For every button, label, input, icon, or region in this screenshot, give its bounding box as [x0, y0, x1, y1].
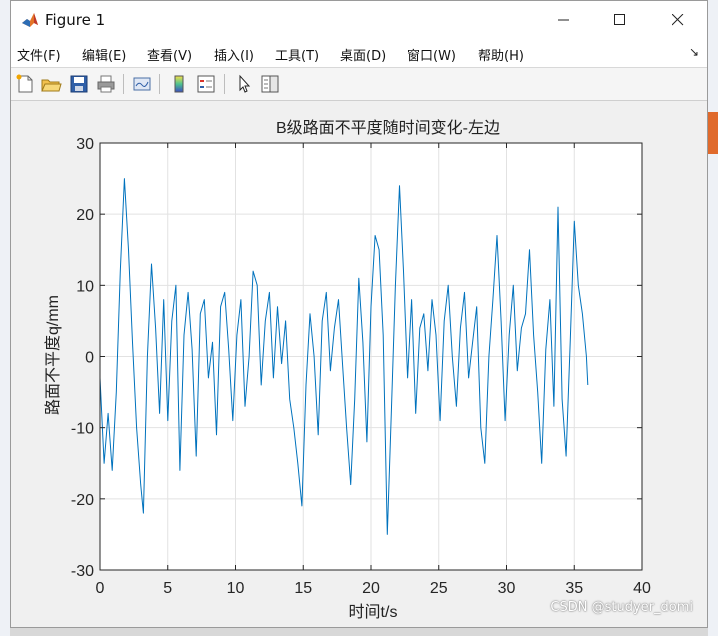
background-window-edge-right [708, 0, 718, 636]
minimize-icon [558, 19, 569, 21]
dock-figure-icon[interactable]: ↘ [689, 45, 699, 59]
menu-tools[interactable]: 工具(T) [275, 45, 319, 64]
x-tick-label: 15 [294, 580, 312, 597]
link-plot-icon[interactable] [131, 73, 153, 95]
maximize-button[interactable] [597, 1, 643, 39]
property-inspector-icon[interactable] [259, 73, 281, 95]
x-tick-label: 20 [362, 580, 380, 597]
insert-colorbar-icon[interactable] [168, 73, 190, 95]
save-icon[interactable] [68, 73, 90, 95]
print-icon[interactable] [95, 73, 117, 95]
y-tick-label: -20 [71, 492, 94, 509]
close-button[interactable] [655, 1, 701, 39]
background-window-edge-left [0, 0, 10, 636]
open-file-icon[interactable] [40, 73, 62, 95]
title-bar[interactable]: Figure 1 [11, 1, 707, 39]
figure-window: Figure 1 文件(F) 编辑(E) 查看(V) 插入(I) 工具(T) 桌… [10, 0, 708, 628]
x-axis-label: 时间t/s [349, 603, 398, 621]
plot-area[interactable]: 0 5 10 15 20 25 30 35 40 -30 -20 -10 0 10 20 30 B级路面不平度… [11, 101, 707, 627]
chart-title: B级路面不平度随时间变化-左边 [276, 119, 500, 137]
x-tick-label: 40 [633, 580, 651, 597]
y-tick-label: 10 [76, 278, 94, 295]
menu-window[interactable]: 窗口(W) [407, 45, 456, 64]
figure-toolbar [11, 68, 707, 101]
window-title: Figure 1 [45, 11, 106, 29]
toolbar-separator [224, 74, 225, 94]
toolbar-separator [159, 74, 160, 94]
x-tick-label: 30 [498, 580, 516, 597]
menu-edit[interactable]: 编辑(E) [82, 45, 126, 64]
watermark: CSDN @studyer_domi [550, 600, 693, 615]
x-tick-label: 10 [227, 580, 245, 597]
menu-bar: 文件(F) 编辑(E) 查看(V) 插入(I) 工具(T) 桌面(D) 窗口(W… [11, 39, 707, 68]
y-axis-label: 路面不平度q/mm [44, 295, 62, 415]
figure-canvas: 0 5 10 15 20 25 30 35 40 -30 -20 -10 0 10 20 30 B级路面不平度… [11, 101, 707, 627]
menu-view[interactable]: 查看(V) [147, 45, 192, 64]
new-figure-icon[interactable] [14, 73, 36, 95]
maximize-icon [614, 14, 625, 25]
minimize-button[interactable] [541, 1, 587, 39]
menu-help[interactable]: 帮助(H) [478, 45, 524, 64]
menu-desktop[interactable]: 桌面(D) [340, 45, 386, 64]
insert-legend-icon[interactable] [195, 73, 217, 95]
background-window-accent [708, 112, 718, 154]
toolbar-separator [123, 74, 124, 94]
edit-plot-icon[interactable] [233, 73, 255, 95]
x-tick-label: 35 [565, 580, 583, 597]
menu-insert[interactable]: 插入(I) [214, 45, 254, 64]
y-tick-label: 0 [85, 350, 94, 367]
y-tick-label: -30 [71, 563, 94, 580]
y-tick-label: 20 [76, 207, 94, 224]
x-tick-label: 5 [163, 580, 172, 597]
y-tick-label: 30 [76, 136, 94, 153]
x-tick-label: 25 [430, 580, 448, 597]
x-tick-label: 0 [96, 580, 105, 597]
close-icon [672, 14, 684, 26]
menu-file[interactable]: 文件(F) [17, 45, 61, 64]
y-tick-label: -10 [71, 421, 94, 438]
matlab-logo-icon [22, 13, 38, 27]
